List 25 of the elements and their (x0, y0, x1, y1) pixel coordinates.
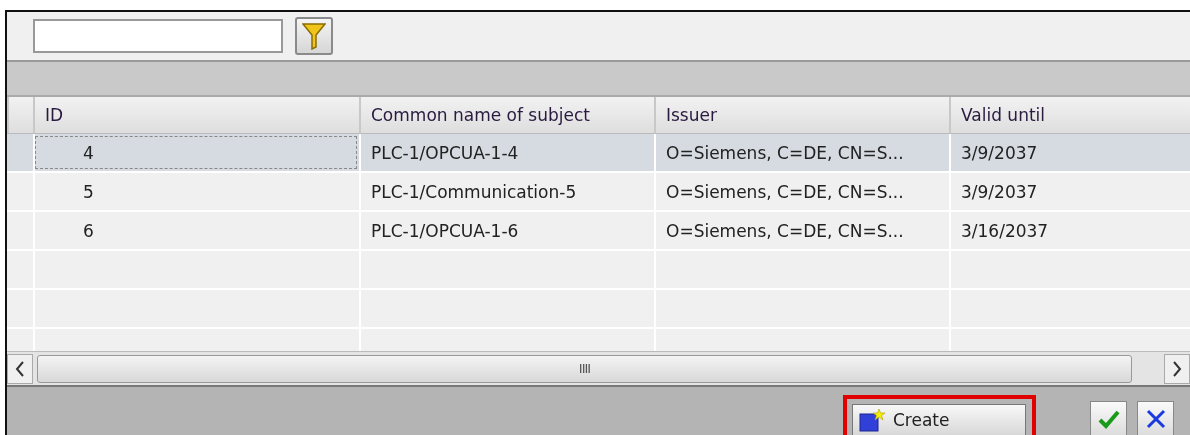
table-cell: 3/9/2037 (949, 134, 1190, 171)
filter-field[interactable] (33, 19, 283, 53)
table-cell: 5 (33, 173, 359, 210)
funnel-icon (302, 22, 326, 50)
table-cell: 3/16/2037 (949, 212, 1190, 249)
table-cell: PLC-1/Communication-5 (359, 173, 654, 210)
confirm-button[interactable] (1090, 401, 1127, 435)
close-icon (1144, 407, 1167, 430)
create-button[interactable]: Create (852, 404, 1026, 435)
table-cell: PLC-1/OPCUA-1-4 (359, 134, 654, 171)
table-cell: 4 (33, 134, 359, 171)
cancel-button[interactable] (1137, 401, 1174, 435)
scroll-left-button[interactable] (7, 353, 33, 384)
table-cell: O=Siemens, C=DE, CN=S... (654, 212, 949, 249)
chevron-right-icon (1172, 360, 1182, 377)
table-cell: O=Siemens, C=DE, CN=S... (654, 173, 949, 210)
new-item-icon (859, 408, 887, 432)
table-cell: 6 (33, 212, 359, 249)
chevron-left-icon (15, 360, 25, 377)
table-cell: 3/9/2037 (949, 173, 1190, 210)
scroll-right-button[interactable] (1164, 353, 1190, 384)
scrollbar-thumb[interactable]: IIII (37, 354, 1132, 383)
table-cell: PLC-1/OPCUA-1-6 (359, 212, 654, 249)
filter-button[interactable] (295, 17, 333, 55)
table-cell: O=Siemens, C=DE, CN=S... (654, 134, 949, 171)
